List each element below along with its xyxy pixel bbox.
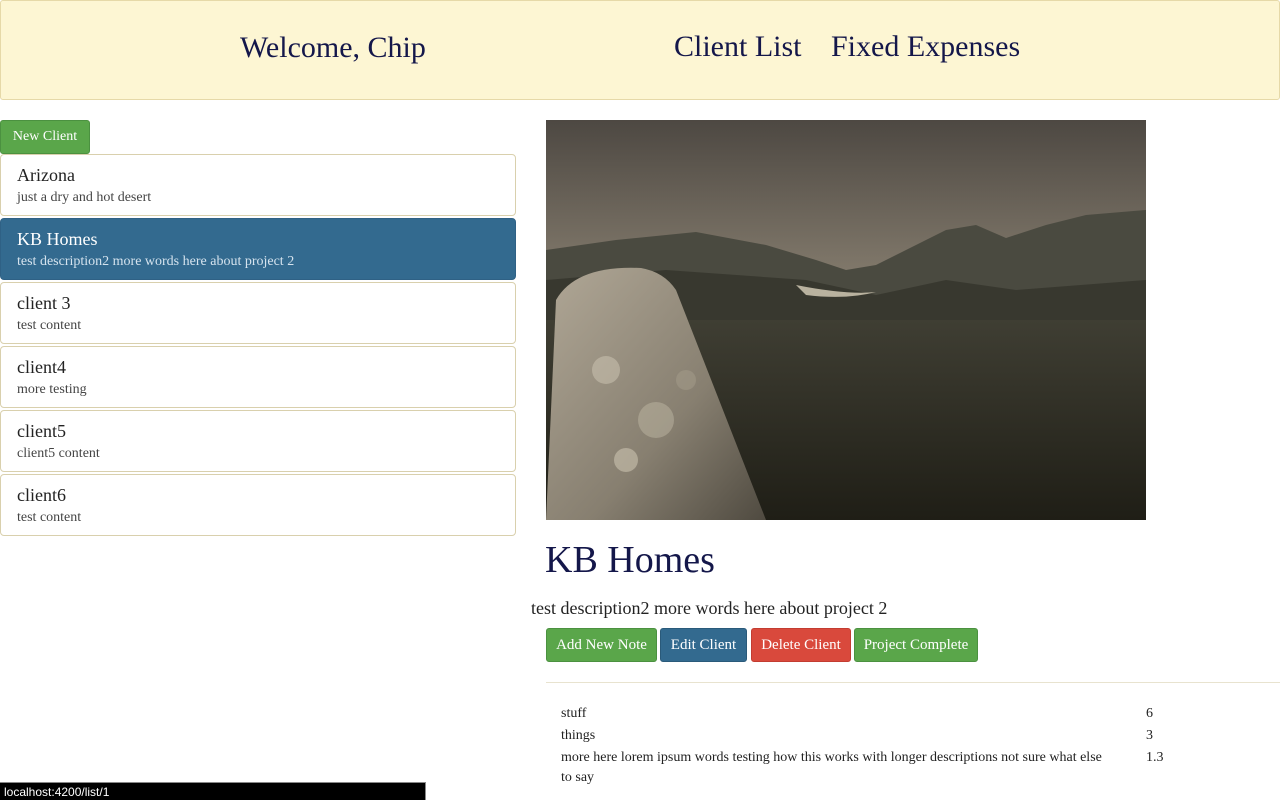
client-list-item[interactable]: client6 test content — [0, 474, 516, 536]
note-text: things — [561, 728, 596, 743]
delete-client-button[interactable]: Delete Client — [751, 628, 851, 662]
client-name: client5 — [17, 421, 66, 441]
client-name: client6 — [17, 485, 66, 505]
client-list-item[interactable]: client4 more testing — [0, 346, 516, 408]
note-row: stuff 6 — [561, 704, 1201, 724]
client-name: KB Homes — [17, 229, 98, 249]
client-description: just a dry and hot desert — [17, 190, 152, 205]
new-client-button[interactable]: New Client — [0, 120, 90, 154]
note-value: 6 — [1146, 706, 1153, 721]
client-detail-description: test description2 more words here about … — [531, 598, 888, 618]
top-nav-bar: Welcome, Chip Client List Fixed Expenses — [0, 0, 1280, 100]
note-value: 3 — [1146, 728, 1153, 743]
welcome-text: Welcome, Chip — [240, 31, 426, 64]
client-name: Arizona — [17, 165, 75, 185]
client-list: Arizona just a dry and hot desert KB Hom… — [0, 154, 516, 538]
client-description: test description2 more words here about … — [17, 254, 295, 269]
note-row: more here lorem ipsum words testing how … — [561, 748, 1201, 788]
project-complete-button[interactable]: Project Complete — [854, 628, 978, 662]
notes-list: stuff 6 things 3 more here lorem ipsum w… — [561, 704, 1201, 790]
add-new-note-button[interactable]: Add New Note — [546, 628, 657, 662]
client-description: test content — [17, 510, 82, 525]
browser-status-bar-url: localhost:4200/list/1 — [0, 782, 426, 800]
divider — [546, 682, 1280, 683]
note-text: more here lorem ipsum words testing how … — [561, 750, 1102, 785]
nav-link-client-list[interactable]: Client List — [674, 30, 802, 64]
client-detail-title: KB Homes — [545, 539, 715, 581]
client-description: client5 content — [17, 446, 100, 461]
client-description: more testing — [17, 382, 87, 397]
note-row: things 3 — [561, 726, 1201, 746]
client-list-item[interactable]: client 3 test content — [0, 282, 516, 344]
client-name: client 3 — [17, 293, 71, 313]
client-hero-image — [546, 120, 1146, 520]
nav-link-fixed-expenses[interactable]: Fixed Expenses — [831, 30, 1020, 64]
client-list-item[interactable]: Arizona just a dry and hot desert — [0, 154, 516, 216]
client-description: test content — [17, 318, 82, 333]
client-list-item[interactable]: client5 client5 content — [0, 410, 516, 472]
client-list-item-selected[interactable]: KB Homes test description2 more words he… — [0, 218, 516, 280]
note-value: 1.3 — [1146, 750, 1164, 765]
note-text: stuff — [561, 706, 587, 721]
edit-client-button[interactable]: Edit Client — [660, 628, 747, 662]
client-name: client4 — [17, 357, 66, 377]
